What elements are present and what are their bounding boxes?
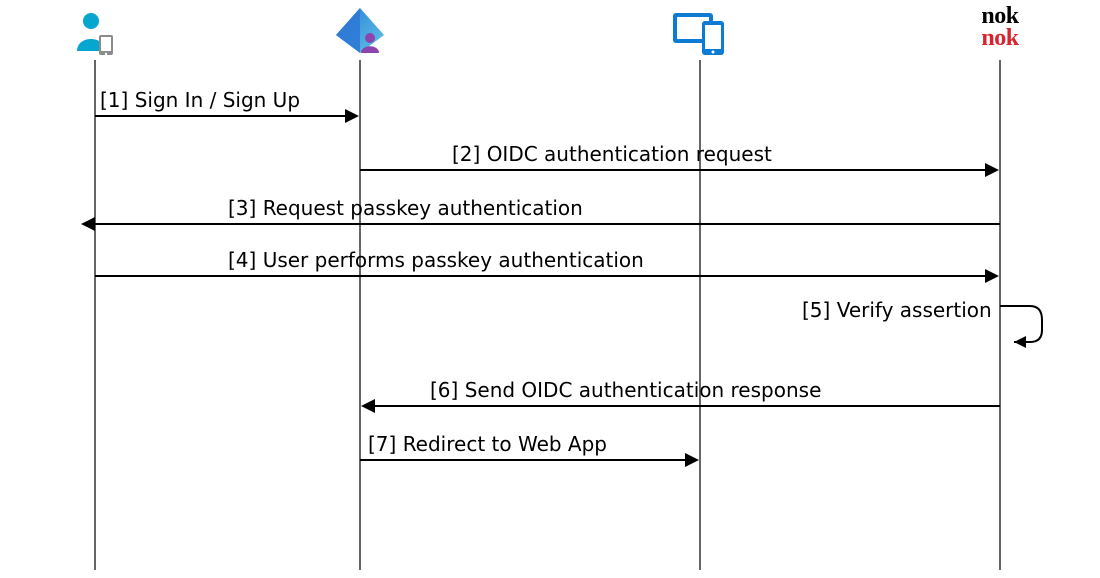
- msg-7-label: [7] Redirect to Web App: [368, 432, 607, 456]
- lifeline-device: [699, 60, 701, 570]
- lifeline-idp: [359, 60, 361, 570]
- noknok-logo-bottom-text: nok: [955, 28, 1045, 50]
- participant-user-icon: [50, 8, 140, 58]
- msg-3-label: [3] Request passkey authentication: [228, 196, 583, 220]
- msg-6-label: [6] Send OIDC authentication response: [430, 378, 821, 402]
- msg-1-label: [1] Sign In / Sign Up: [100, 88, 300, 112]
- participant-noknok-logo: nok nok: [955, 6, 1045, 56]
- msg-5-self-arrow: [1000, 296, 1050, 352]
- participant-device-icon: [655, 8, 745, 58]
- msg-5-label: [5] Verify assertion: [802, 298, 992, 322]
- msg-4-label: [4] User performs passkey authentication: [228, 248, 644, 272]
- msg-2-label: [2] OIDC authentication request: [452, 142, 772, 166]
- sequence-diagram: nok nok [1] Sign In / Sign Up [2] OIDC a…: [0, 0, 1100, 578]
- lifeline-user: [94, 60, 96, 570]
- participant-idp-icon: [315, 8, 405, 58]
